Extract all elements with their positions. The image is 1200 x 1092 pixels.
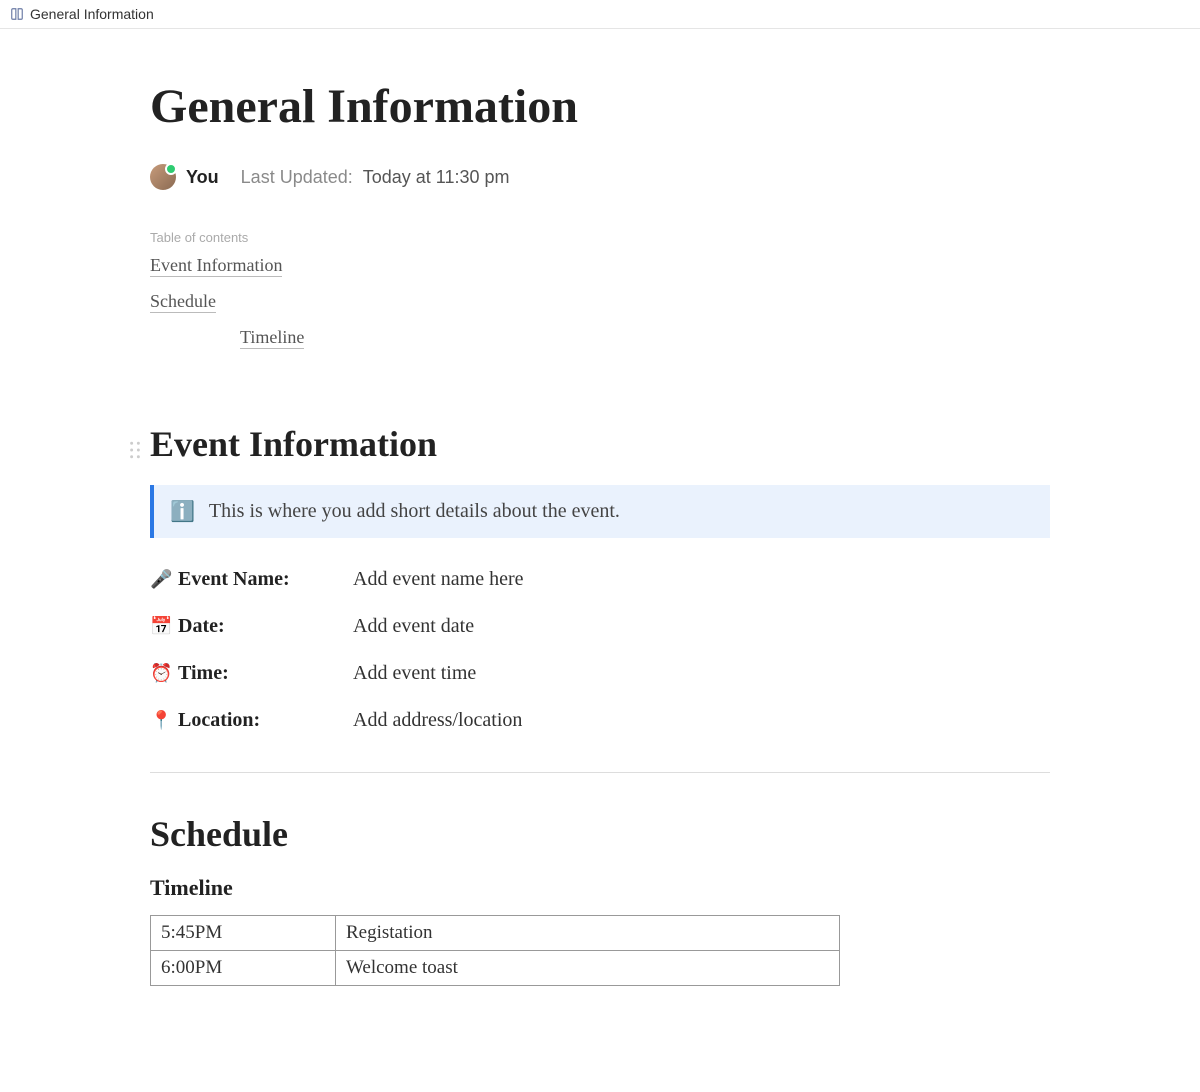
cell-time[interactable]: 6:00PM xyxy=(151,951,336,986)
field-date[interactable]: 📅 Date: Add event date xyxy=(150,615,1050,638)
field-label: Location: xyxy=(178,709,353,732)
updated-time: Today at 11:30 pm xyxy=(363,167,510,188)
table-row[interactable]: 6:00PM Welcome toast xyxy=(151,951,840,986)
schedule-table[interactable]: 5:45PM Registation 6:00PM Welcome toast xyxy=(150,915,840,986)
page-meta: You Last Updated: Today at 11:30 pm xyxy=(150,164,1050,190)
toc-link-schedule[interactable]: Schedule xyxy=(150,291,216,313)
author-avatar[interactable] xyxy=(150,164,176,190)
info-callout[interactable]: ℹ️ This is where you add short details a… xyxy=(150,485,1050,538)
heading-timeline[interactable]: Timeline xyxy=(150,875,1050,901)
field-time[interactable]: ⏰ Time: Add event time xyxy=(150,662,1050,685)
author-name[interactable]: You xyxy=(186,167,219,188)
field-location[interactable]: 📍 Location: Add address/location xyxy=(150,709,1050,732)
field-value[interactable]: Add event time xyxy=(353,662,476,685)
heading-event-information[interactable]: Event Information xyxy=(150,423,1050,465)
page-title[interactable]: General Information xyxy=(150,79,1050,134)
section-event-information: Event Information xyxy=(150,423,1050,465)
callout-text: This is where you add short details abou… xyxy=(209,500,620,523)
section-divider xyxy=(150,772,1050,773)
cell-activity[interactable]: Registation xyxy=(336,916,840,951)
field-label: Date: xyxy=(178,615,353,638)
field-label: Time: xyxy=(178,662,353,685)
field-event-name[interactable]: 🎤 Event Name: Add event name here xyxy=(150,568,1050,591)
table-row[interactable]: 5:45PM Registation xyxy=(151,916,840,951)
field-value[interactable]: Add event name here xyxy=(353,568,523,591)
cell-time[interactable]: 5:45PM xyxy=(151,916,336,951)
toc-link-timeline[interactable]: Timeline xyxy=(240,327,304,349)
pin-icon: 📍 xyxy=(150,710,178,731)
field-value[interactable]: Add event date xyxy=(353,615,474,638)
info-icon: ℹ️ xyxy=(170,499,195,524)
calendar-icon: 📅 xyxy=(150,616,178,637)
breadcrumb-bar: General Information xyxy=(0,0,1200,29)
book-icon xyxy=(10,7,24,21)
heading-schedule[interactable]: Schedule xyxy=(150,813,1050,855)
drag-handle-icon[interactable] xyxy=(128,441,142,459)
toc-label: Table of contents xyxy=(150,230,1050,245)
clock-icon: ⏰ xyxy=(150,663,178,684)
microphone-icon: 🎤 xyxy=(150,569,178,590)
updated-label: Last Updated: xyxy=(241,167,353,188)
field-label: Event Name: xyxy=(178,568,353,591)
toc: Table of contents Event Information Sche… xyxy=(150,230,1050,363)
toc-link-event-information[interactable]: Event Information xyxy=(150,255,282,277)
page-body: General Information You Last Updated: To… xyxy=(140,29,1060,1026)
field-value[interactable]: Add address/location xyxy=(353,709,522,732)
cell-activity[interactable]: Welcome toast xyxy=(336,951,840,986)
breadcrumb-title[interactable]: General Information xyxy=(30,6,154,22)
